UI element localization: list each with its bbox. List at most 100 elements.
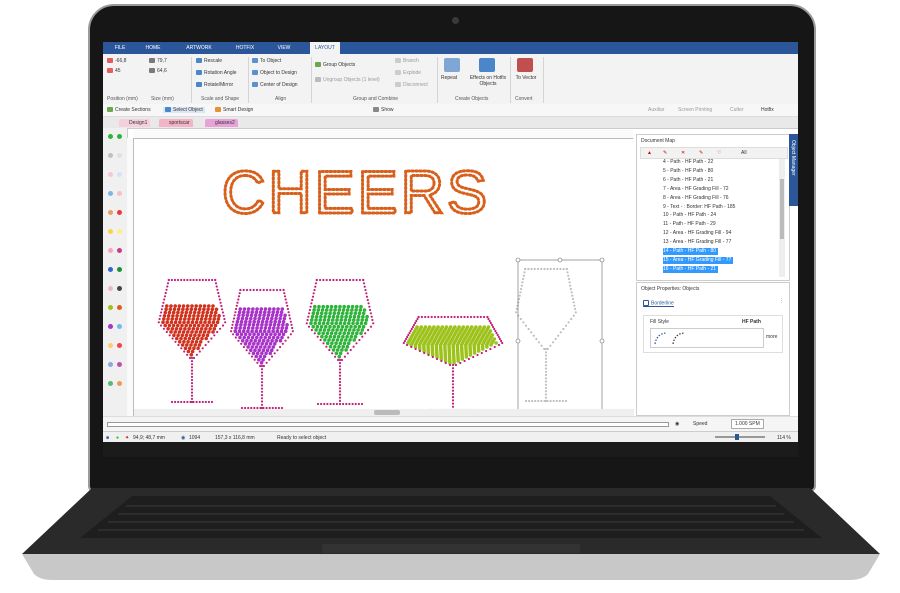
filter-icon[interactable]: ✎: [699, 150, 703, 156]
resize-handle[interactable]: [599, 257, 605, 263]
auxiliar-toggle[interactable]: Auxiliar: [648, 107, 664, 113]
more-styles-button[interactable]: more: [766, 334, 777, 340]
smart-design-button[interactable]: Smart Design: [215, 107, 253, 113]
size-width-field[interactable]: 79,7: [149, 58, 167, 64]
filter-icon[interactable]: ▲: [647, 150, 652, 156]
disconnect-button[interactable]: Disconnect: [395, 82, 428, 88]
document-map-item[interactable]: 5 - Path - HF Path - 80: [663, 168, 713, 175]
zoom-slider[interactable]: [715, 434, 765, 440]
document-map-item[interactable]: 7 - Area - HF Grading Fill - 72: [663, 186, 729, 193]
document-map-item[interactable]: 9 - Text - : Border: HF Path - 185: [663, 204, 735, 211]
scrollbar-thumb[interactable]: [780, 179, 784, 239]
color-swatch[interactable]: [117, 134, 122, 139]
ungroup-objects-button[interactable]: Ungroup Objects (1 level): [315, 77, 380, 83]
document-map-item[interactable]: 15 - Area - HF Grading Fill - 77: [663, 256, 734, 264]
color-swatch[interactable]: [108, 172, 113, 177]
resize-handle[interactable]: [515, 338, 521, 344]
color-swatch[interactable]: [117, 210, 122, 215]
color-swatch[interactable]: [117, 305, 122, 310]
filter-icon[interactable]: ♡: [717, 150, 721, 156]
document-tab-sportscar[interactable]: sportscar: [159, 119, 193, 127]
color-swatch[interactable]: [117, 172, 122, 177]
color-swatch[interactable]: [117, 229, 122, 234]
document-map-item[interactable]: 14 - Path - HF Path - 80: [663, 248, 719, 255]
zoom-thumb[interactable]: [735, 434, 739, 440]
filter-icon[interactable]: ✎: [663, 150, 667, 156]
tab-layout[interactable]: LAYOUT: [310, 42, 340, 54]
show-dropdown[interactable]: Show: [373, 107, 394, 113]
timeline-slider[interactable]: [107, 422, 669, 427]
tab-home[interactable]: HOME: [139, 42, 167, 54]
scrollbar-thumb[interactable]: [374, 410, 400, 415]
color-swatch[interactable]: [108, 343, 113, 348]
rescale-button[interactable]: Rescale: [196, 58, 222, 64]
color-swatch[interactable]: [108, 305, 113, 310]
resize-handle[interactable]: [515, 257, 521, 263]
color-swatch[interactable]: [117, 381, 122, 386]
filter-all-button[interactable]: All: [741, 150, 747, 156]
effects-hotfix-button[interactable]: Effects on Hotfix Objects: [469, 75, 507, 87]
design-canvas[interactable]: CHEERS: [134, 139, 634, 425]
tab-borderline[interactable]: Borderline: [643, 300, 674, 308]
screen-printing-toggle[interactable]: Screen Printing: [678, 107, 712, 113]
create-sections-button[interactable]: Create Sections: [107, 107, 151, 113]
color-swatch[interactable]: [117, 324, 122, 329]
document-map-item[interactable]: 11 - Path - HF Path - 29: [663, 221, 716, 228]
document-map-item[interactable]: 4 - Path - HF Path - 22: [663, 159, 713, 166]
repeat-button[interactable]: Repeat: [441, 75, 457, 81]
branch-button[interactable]: Branch: [395, 58, 419, 64]
color-swatch[interactable]: [117, 362, 122, 367]
color-swatch[interactable]: [117, 191, 122, 196]
tab-artwork[interactable]: ARTWORK: [183, 42, 215, 54]
document-map-item[interactable]: 10 - Path - HF Path - 24: [663, 212, 716, 219]
color-swatch[interactable]: [117, 286, 122, 291]
explode-button[interactable]: Explode: [395, 70, 421, 76]
select-object-button[interactable]: Select Object: [163, 107, 205, 113]
resize-handle[interactable]: [557, 257, 563, 263]
document-map-scrollbar[interactable]: [779, 159, 785, 277]
document-map-item[interactable]: 6 - Path - HF Path - 21: [663, 177, 713, 184]
to-object-button[interactable]: To Object: [252, 58, 281, 64]
color-swatch[interactable]: [108, 229, 113, 234]
resize-handle[interactable]: [599, 338, 605, 344]
tab-view[interactable]: VIEW: [273, 42, 295, 54]
object-manager-tab[interactable]: Object Manager: [789, 134, 798, 206]
color-swatch[interactable]: [108, 324, 113, 329]
position-y-field[interactable]: 45: [107, 68, 121, 74]
tab-hotfix[interactable]: HOTFIX: [231, 42, 259, 54]
color-swatch[interactable]: [108, 248, 113, 253]
document-map-item[interactable]: 8 - Area - HF Grading Fill - 76: [663, 195, 729, 202]
hotfix-toggle[interactable]: Hotfix: [761, 107, 774, 113]
document-map-item[interactable]: 16 - Path - HF Path - 21: [663, 265, 719, 273]
rotate-mirror-button[interactable]: Rotate/Mirror: [196, 82, 233, 88]
size-height-field[interactable]: 64,6: [149, 68, 167, 74]
horizontal-scrollbar[interactable]: [134, 409, 634, 416]
document-map-item[interactable]: 12 - Area - HF Grading Fill - 94: [663, 230, 731, 237]
object-to-design-button[interactable]: Object to Design: [252, 70, 297, 76]
more-options-icon[interactable]: ⋮: [779, 298, 784, 304]
color-swatch[interactable]: [117, 343, 122, 348]
rotation-angle-button[interactable]: Rotation Angle: [196, 70, 237, 76]
color-swatch[interactable]: [108, 191, 113, 196]
filter-icon[interactable]: ✕: [681, 150, 685, 156]
document-map-item[interactable]: 13 - Area - HF Grading Fill - 77: [663, 239, 731, 246]
position-x-field[interactable]: -66,8: [107, 58, 126, 64]
center-of-design-button[interactable]: Center of Design: [252, 82, 298, 88]
play-icon[interactable]: ◉: [675, 421, 679, 427]
fill-style-selector[interactable]: [650, 328, 764, 348]
color-swatch[interactable]: [108, 153, 113, 158]
group-objects-button[interactable]: Group Objects: [315, 62, 355, 68]
save-icon[interactable]: ■: [106, 435, 109, 441]
color-swatch[interactable]: [108, 362, 113, 367]
tab-file[interactable]: FILE: [109, 42, 131, 54]
color-swatch[interactable]: [117, 153, 122, 158]
color-swatch[interactable]: [117, 267, 122, 272]
cutter-toggle[interactable]: Cutter: [730, 107, 744, 113]
selection-box[interactable]: [517, 259, 603, 423]
to-vector-button[interactable]: To Vector: [515, 75, 537, 81]
color-swatch[interactable]: [108, 210, 113, 215]
color-swatch[interactable]: [117, 248, 122, 253]
color-swatch[interactable]: [108, 267, 113, 272]
document-tab-design1[interactable]: Design1: [119, 119, 151, 127]
color-swatch[interactable]: [108, 286, 113, 291]
